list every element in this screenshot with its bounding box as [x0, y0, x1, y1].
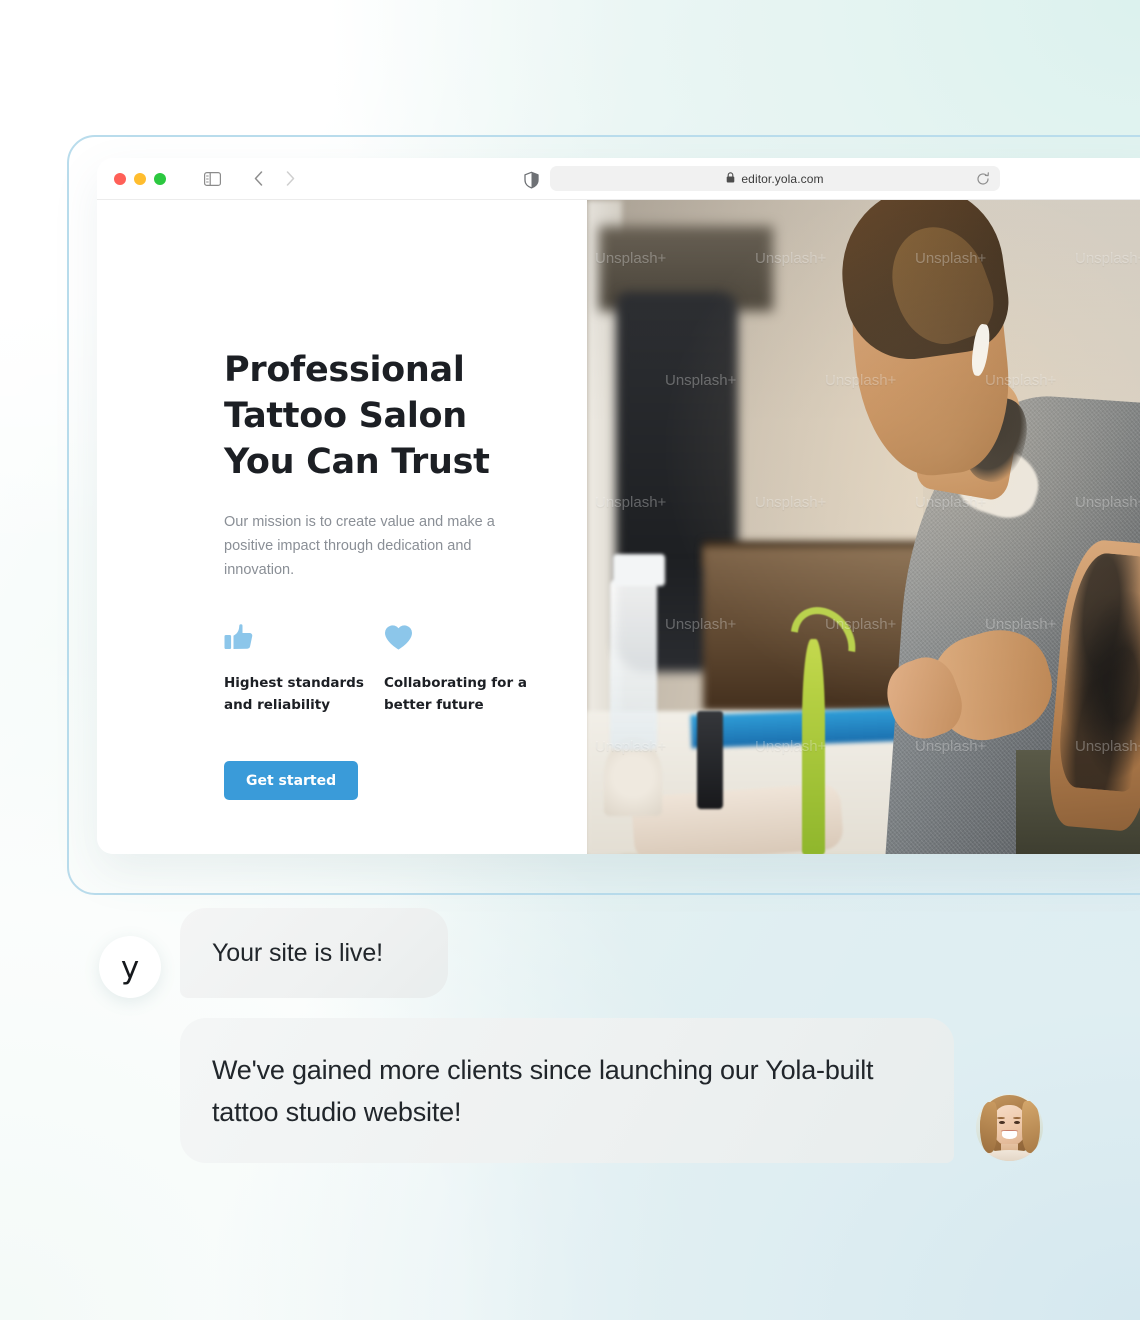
chat-message-text: We've gained more clients since launchin… — [212, 1054, 874, 1127]
back-button[interactable] — [247, 168, 269, 190]
hero-text-column: Professional Tattoo Salon You Can Trust … — [97, 200, 587, 854]
forward-button[interactable] — [279, 168, 301, 190]
thumbs-up-icon — [224, 624, 384, 654]
chat-message-text: Your site is live! — [212, 938, 383, 967]
feature-label: Highest standards and reliability — [224, 675, 364, 713]
get-started-button[interactable]: Get started — [224, 761, 359, 800]
address-bar[interactable]: editor.yola.com — [550, 166, 1000, 191]
hero-subheading: Our mission is to create value and make … — [224, 514, 495, 578]
chat-message-bubble: We've gained more clients since launchin… — [180, 1018, 954, 1163]
hero-image: Unsplash+ Unsplash+ Unsplash+ Unsplash+ Unsp… — [587, 200, 1140, 854]
brand-avatar: y — [99, 936, 161, 998]
address-bar-url: editor.yola.com — [741, 171, 824, 186]
maximize-window-button[interactable] — [154, 172, 166, 185]
window-controls[interactable] — [114, 172, 166, 185]
close-window-button[interactable] — [114, 172, 126, 185]
shield-privacy-icon[interactable] — [524, 171, 539, 189]
user-avatar — [976, 1094, 1043, 1161]
browser-toolbar: editor.yola.com — [97, 158, 1140, 200]
feature-list: Highest standards and reliability Collab… — [224, 624, 544, 716]
browser-window: editor.yola.com Professional Tattoo Salo… — [97, 158, 1140, 854]
page-title: Professional Tattoo Salon You Can Trust — [224, 350, 490, 482]
minimize-window-button[interactable] — [134, 172, 146, 185]
feature-item: Collaborating for a better future — [384, 624, 544, 716]
site-viewport: Professional Tattoo Salon You Can Trust … — [97, 200, 1140, 854]
hero-photo: Unsplash+ Unsplash+ Unsplash+ Unsplash+ Unsp… — [587, 200, 1140, 854]
lock-icon — [726, 170, 735, 188]
feature-label: Collaborating for a better future — [384, 675, 527, 713]
brand-avatar-letter: y — [120, 949, 140, 986]
chat-message-bubble: Your site is live! — [180, 908, 448, 998]
heart-icon — [384, 624, 544, 654]
reload-icon[interactable] — [976, 171, 990, 186]
sidebar-toggle-icon[interactable] — [201, 168, 223, 190]
feature-item: Highest standards and reliability — [224, 624, 384, 716]
